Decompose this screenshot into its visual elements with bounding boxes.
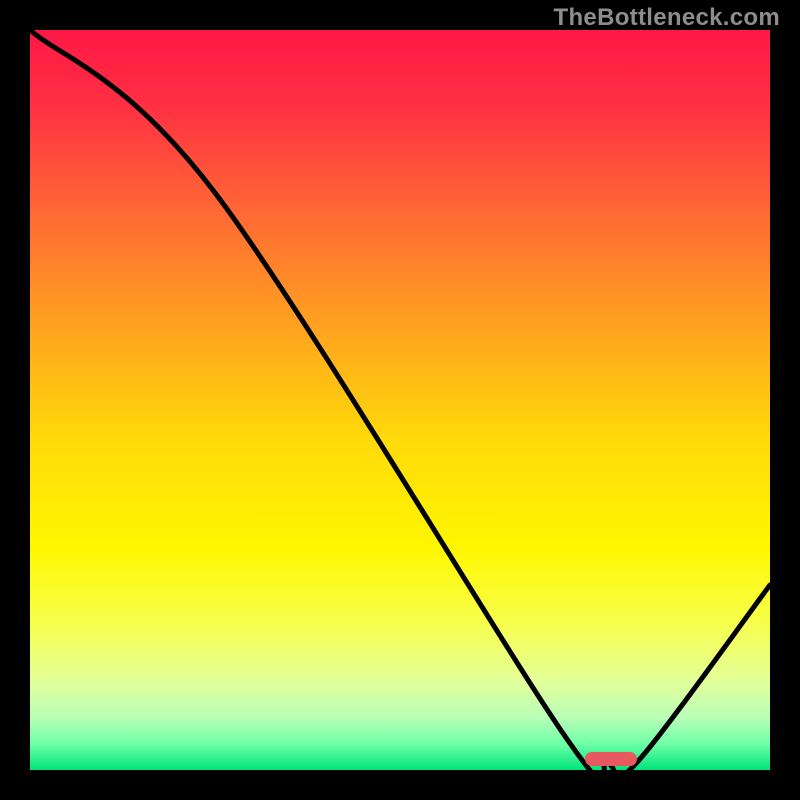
- watermark-label: TheBottleneck.com: [554, 4, 780, 32]
- plot-area: [30, 30, 770, 770]
- chart-frame: TheBottleneck.com: [0, 0, 800, 800]
- bottleneck-curve: [30, 30, 770, 770]
- optimal-marker: [585, 752, 637, 766]
